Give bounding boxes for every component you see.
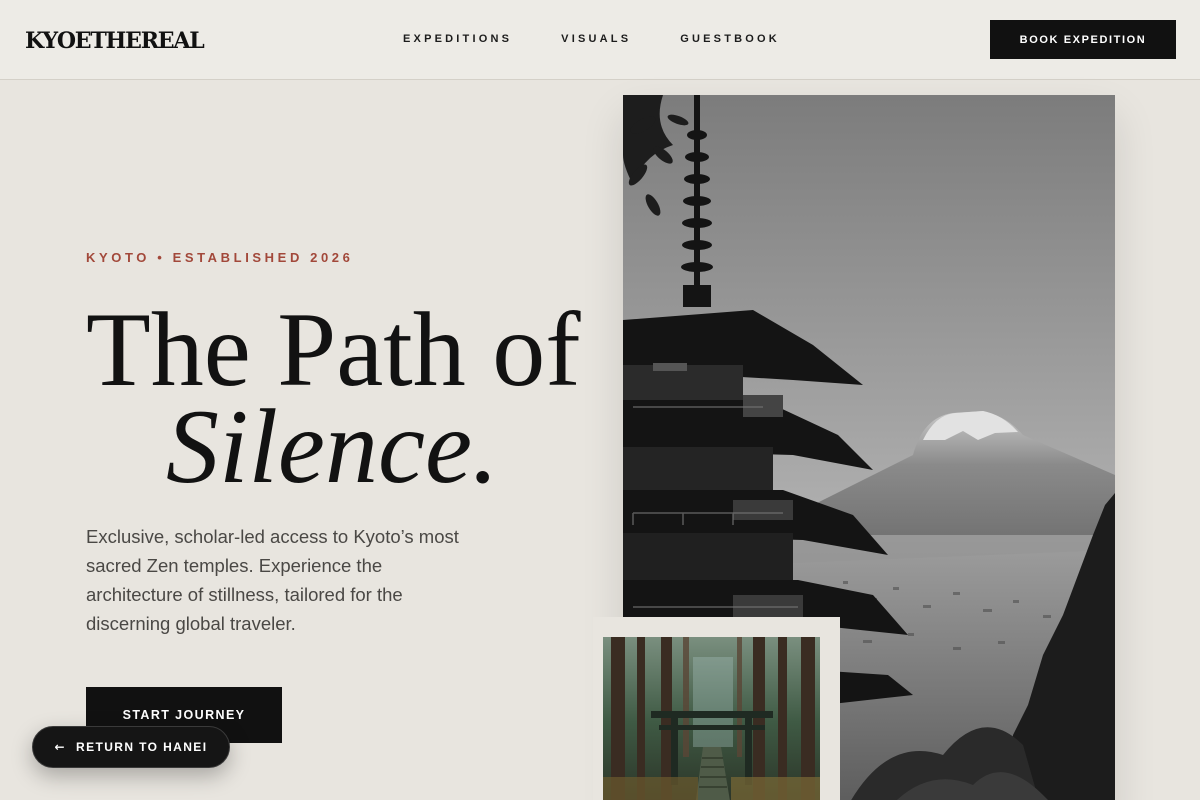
brand-logo[interactable]: KYOETHEREAL xyxy=(25,27,205,55)
forest-torii-gate-photo xyxy=(603,637,820,800)
nav-item-guestbook[interactable]: GUESTBOOK xyxy=(680,32,780,46)
nav-item-expeditions[interactable]: EXPEDITIONS xyxy=(403,32,512,46)
return-to-hanei-button[interactable]: ← RETURN TO HANEI xyxy=(32,726,230,768)
nav-item-visuals[interactable]: VISUALS xyxy=(561,32,631,46)
book-expedition-button[interactable]: BOOK EXPEDITION xyxy=(990,20,1176,59)
hero-description: Exclusive, scholar-led access to Kyoto’s… xyxy=(86,526,459,634)
hero-title-line2: Silence. xyxy=(166,388,499,505)
arrow-left-icon: ← xyxy=(54,740,66,754)
site-header: KYOETHEREAL EXPEDITIONS VISUALS GUESTBOO… xyxy=(0,0,1200,80)
main-nav: EXPEDITIONS VISUALS GUESTBOOK xyxy=(403,32,780,46)
return-label: RETURN TO HANEI xyxy=(76,740,208,754)
hero-eyebrow: KYOTO • ESTABLISHED 2026 xyxy=(86,250,354,265)
page: KYOETHEREAL EXPEDITIONS VISUALS GUESTBOO… xyxy=(0,0,1200,800)
